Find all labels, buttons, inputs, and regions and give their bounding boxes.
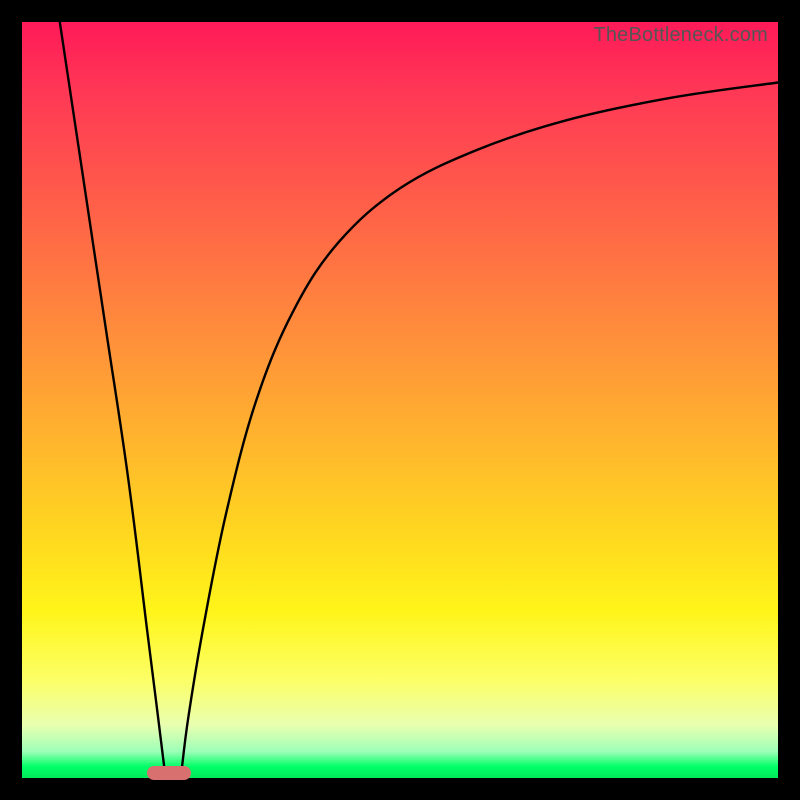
curve-left-path bbox=[60, 22, 166, 778]
threshold-marker bbox=[147, 766, 191, 780]
chart-frame: TheBottleneck.com bbox=[0, 0, 800, 800]
bottleneck-curve bbox=[22, 22, 778, 778]
plot-area: TheBottleneck.com bbox=[22, 22, 778, 778]
curve-right-path bbox=[181, 83, 778, 779]
